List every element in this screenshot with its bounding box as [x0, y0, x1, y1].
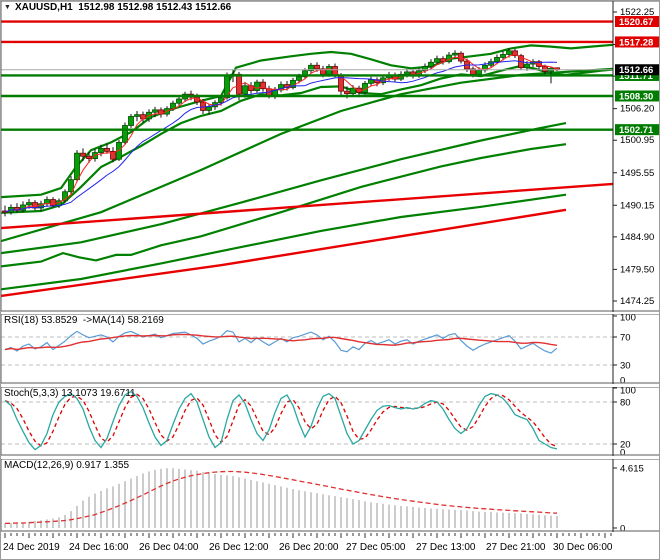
svg-text:100: 100 — [620, 387, 636, 397]
svg-text:70: 70 — [620, 333, 631, 344]
time-axis-label: 24 Dec 2019 — [3, 542, 60, 553]
macd-panel[interactable]: 4.615 0 MACD(12,26,9) 0.917 1.355 — [1, 459, 659, 532]
svg-text:1508.30: 1508.30 — [619, 91, 653, 102]
main-chart-panel[interactable]: 1522.251516.851511.601506.201500.951495.… — [1, 1, 660, 312]
svg-text:1517.28: 1517.28 — [619, 37, 653, 48]
svg-text:100: 100 — [620, 314, 636, 324]
mt4-chart-window: 1522.251516.851511.601506.201500.951495.… — [0, 0, 660, 560]
svg-text:1500.95: 1500.95 — [620, 135, 654, 146]
price-plot[interactable]: 1522.251516.851511.601506.201500.951495.… — [1, 1, 660, 312]
svg-text:1484.90: 1484.90 — [620, 232, 654, 243]
svg-text:1490.15: 1490.15 — [620, 200, 654, 211]
time-axis[interactable]: 24 Dec 2019 24 Dec 16:00 26 Dec 04:00 26 De… — [1, 533, 660, 560]
svg-text:4.615: 4.615 — [620, 464, 644, 475]
time-axis-label: 27 Dec 13:00 — [416, 542, 476, 553]
symbol-dropdown-icon[interactable]: ▼ — [4, 4, 11, 11]
time-axis-label: 26 Dec 12:00 — [209, 542, 269, 553]
chart-symbol-label: XAUUSD,H1 — [14, 2, 73, 13]
rsi-panel[interactable]: 100 70 30 0 RSI(18) 53.8529 ->MA(14) 58.216… — [1, 314, 659, 384]
time-axis-label: 27 Dec 21:00 — [486, 542, 546, 553]
time-axis-label: 30 Dec 06:00 — [553, 542, 613, 553]
svg-text:1512.66: 1512.66 — [619, 65, 653, 76]
svg-text:1479.50: 1479.50 — [620, 264, 654, 275]
svg-text:1520.67: 1520.67 — [619, 17, 653, 28]
svg-text:30: 30 — [620, 361, 631, 372]
macd-label: MACD(12,26,9) 0.917 1.355 — [4, 460, 130, 471]
stochastic-label: Stoch(5,3,3) 13.1073 19.6711 — [4, 388, 136, 399]
svg-text:1474.25: 1474.25 — [620, 296, 654, 307]
svg-text:1506.20: 1506.20 — [620, 104, 654, 115]
time-axis-label: 24 Dec 16:00 — [69, 542, 129, 553]
svg-text:1495.55: 1495.55 — [620, 168, 654, 179]
svg-text:80: 80 — [620, 398, 631, 409]
time-axis-label: 27 Dec 05:00 — [346, 542, 406, 553]
svg-text:1502.71: 1502.71 — [619, 125, 654, 136]
stochastic-panel[interactable]: 100 80 20 0 Stoch(5,3,3) 13.1073 19.6711 — [1, 387, 659, 456]
time-axis-label: 26 Dec 20:00 — [279, 542, 339, 553]
time-axis-label: 26 Dec 04:00 — [139, 542, 199, 553]
rsi-label: RSI(18) 53.8529 ->MA(14) 58.2169 — [4, 315, 164, 326]
time-axis-panel[interactable]: 24 Dec 2019 24 Dec 16:00 26 Dec 04:00 26 De… — [1, 533, 660, 560]
chart-header: ▼ XAUUSD,H1 1512.98 1512.98 1512.43 1512.… — [4, 2, 231, 13]
chart-ohlc-values: 1512.98 1512.98 1512.43 1512.66 — [78, 2, 232, 13]
